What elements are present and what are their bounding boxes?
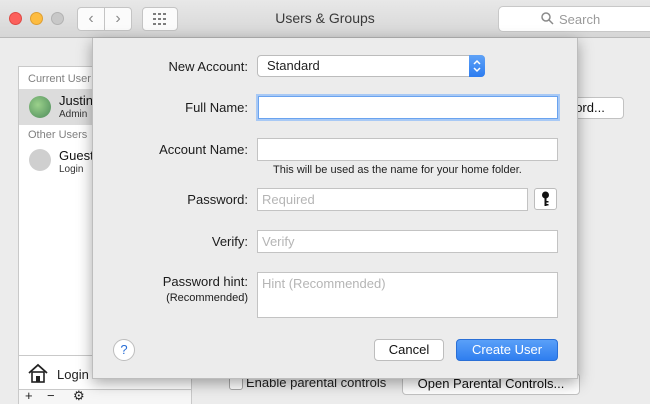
password-field[interactable]: Required [257, 188, 528, 211]
password-hint-label: Password hint: [162, 274, 248, 289]
password-hint-sublabel: (Recommended) [166, 292, 248, 304]
search-placeholder: Search [559, 12, 601, 27]
account-name-help-text: This will be used as the name for your h… [273, 164, 522, 176]
account-name-label: Account Name: [159, 142, 248, 157]
key-icon [542, 191, 549, 206]
new-account-label: New Account: [168, 59, 249, 74]
create-user-button[interactable]: Create User [456, 339, 558, 361]
current-users-header: Current User [28, 73, 91, 85]
list-toolbar: + − ⚙ [19, 388, 191, 404]
user-role: Admin [59, 109, 88, 120]
avatar [29, 96, 51, 118]
account-name-field[interactable] [257, 138, 558, 161]
full-name-label: Full Name: [185, 100, 248, 115]
help-button[interactable]: ? [113, 339, 135, 361]
verify-placeholder: Verify [262, 234, 295, 249]
new-account-sheet: New Account: Standard Full Name: Account… [92, 38, 578, 379]
search-field[interactable]: Search [498, 6, 650, 32]
password-assistant-button[interactable] [534, 188, 557, 210]
password-placeholder: Required [262, 192, 315, 207]
password-label: Password: [187, 192, 248, 207]
users-groups-window: ‹ › Users & Groups Search Current User J… [0, 0, 650, 404]
account-type-popup[interactable]: Standard [257, 55, 485, 77]
verify-field[interactable]: Verify [257, 230, 558, 253]
password-hint-field[interactable]: Hint (Recommended) [257, 272, 558, 318]
guest-avatar [29, 149, 51, 171]
login-options-item[interactable]: Login [57, 367, 89, 382]
guest-role: Login [59, 164, 84, 175]
cancel-button[interactable]: Cancel [374, 339, 444, 361]
remove-user-button[interactable]: − [47, 388, 55, 403]
add-user-button[interactable]: + [25, 388, 33, 403]
gear-icon[interactable]: ⚙ [73, 388, 85, 404]
password-hint-placeholder: Hint (Recommended) [262, 276, 386, 291]
verify-label: Verify: [211, 234, 248, 249]
user-name: Justin [59, 93, 93, 108]
house-icon [28, 363, 48, 383]
search-icon [541, 12, 554, 25]
full-name-field[interactable] [258, 96, 558, 119]
guest-name: Guest [59, 148, 94, 163]
other-users-header: Other Users [28, 129, 88, 141]
title-toolbar: ‹ › Users & Groups Search [0, 0, 650, 38]
account-type-value: Standard [267, 58, 320, 73]
chevron-updown-icon [469, 55, 485, 77]
